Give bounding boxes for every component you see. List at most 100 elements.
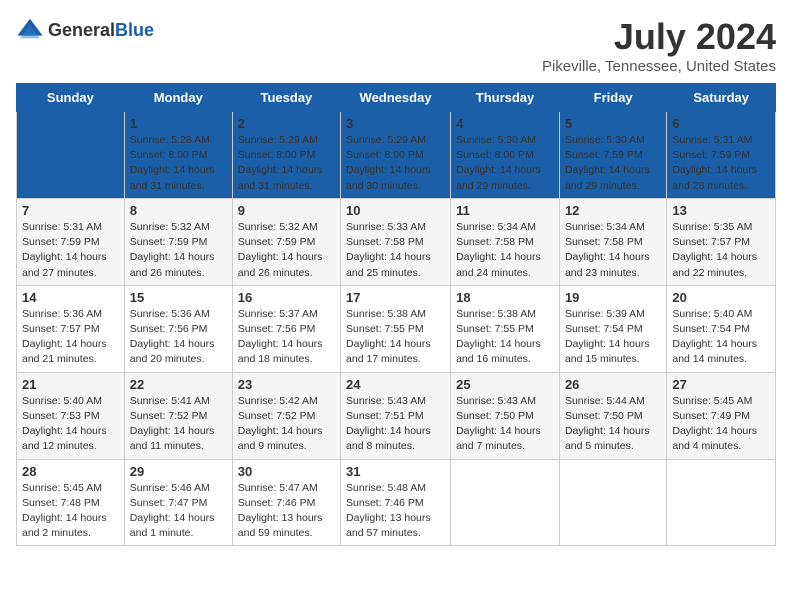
date-number: 19	[565, 290, 661, 305]
logo-blue: Blue	[115, 20, 154, 40]
date-number: 30	[238, 464, 335, 479]
month-title: July 2024	[542, 16, 776, 58]
date-number: 20	[672, 290, 770, 305]
date-number: 12	[565, 203, 661, 218]
calendar-cell	[451, 459, 560, 546]
calendar-cell: 21 Sunrise: 5:40 AMSunset: 7:53 PMDayligh…	[17, 372, 125, 459]
calendar-cell: 8Sunrise: 5:32 AMSunset: 7:59 PMDaylight…	[124, 198, 232, 285]
cell-info: Sunrise: 5:31 AMSunset: 7:59 PMDaylight:…	[22, 220, 119, 281]
date-number: 22	[130, 377, 227, 392]
date-number: 1	[130, 116, 227, 131]
cell-info: Sunrise: 5:34 AMSunset: 7:58 PMDaylight:…	[565, 220, 661, 281]
weekday-header-wednesday: Wednesday	[341, 84, 451, 112]
logo-general: General	[48, 20, 115, 40]
cell-info: Sunrise: 5:43 AMSunset: 7:50 PMDaylight:…	[456, 394, 554, 455]
calendar-cell: 18 Sunrise: 5:38 AMSunset: 7:55 PMDayligh…	[451, 285, 560, 372]
calendar-cell: 4 Sunrise: 5:30 AMSunset: 8:00 PMDaylight…	[451, 112, 560, 199]
date-number: 3	[346, 116, 445, 131]
week-row-4: 21 Sunrise: 5:40 AMSunset: 7:53 PMDayligh…	[17, 372, 776, 459]
date-number: 21	[22, 377, 119, 392]
cell-info: Sunrise: 5:38 AMSunset: 7:55 PMDaylight:…	[456, 307, 554, 368]
calendar-cell	[667, 459, 776, 546]
calendar-cell: 5 Sunrise: 5:30 AMSunset: 7:59 PMDaylight…	[559, 112, 666, 199]
cell-info: Sunrise: 5:43 AMSunset: 7:51 PMDaylight:…	[346, 394, 445, 455]
cell-info: Sunrise: 5:36 AMSunset: 7:56 PMDaylight:…	[130, 307, 227, 368]
calendar-cell: 31 Sunrise: 5:48 AMSunset: 7:46 PMDayligh…	[341, 459, 451, 546]
cell-info: Sunrise: 5:36 AMSunset: 7:57 PMDaylight:…	[22, 307, 119, 368]
calendar-cell: 20 Sunrise: 5:40 AMSunset: 7:54 PMDayligh…	[667, 285, 776, 372]
date-number: 6	[672, 116, 770, 131]
cell-info: Sunrise: 5:28 AMSunset: 8:00 PMDaylight:…	[130, 133, 227, 194]
cell-info: Sunrise: 5:48 AMSunset: 7:46 PMDaylight:…	[346, 481, 445, 542]
date-number: 5	[565, 116, 661, 131]
calendar-cell: 10Sunrise: 5:33 AMSunset: 7:58 PMDayligh…	[341, 198, 451, 285]
weekday-header-row: SundayMondayTuesdayWednesdayThursdayFrid…	[17, 84, 776, 112]
date-number: 23	[238, 377, 335, 392]
date-number: 24	[346, 377, 445, 392]
date-number: 14	[22, 290, 119, 305]
cell-info: Sunrise: 5:34 AMSunset: 7:58 PMDaylight:…	[456, 220, 554, 281]
calendar-table: SundayMondayTuesdayWednesdayThursdayFrid…	[16, 83, 776, 546]
cell-info: Sunrise: 5:40 AMSunset: 7:54 PMDaylight:…	[672, 307, 770, 368]
cell-info: Sunrise: 5:47 AMSunset: 7:46 PMDaylight:…	[238, 481, 335, 542]
date-number: 9	[238, 203, 335, 218]
cell-info: Sunrise: 5:37 AMSunset: 7:56 PMDaylight:…	[238, 307, 335, 368]
cell-info: Sunrise: 5:35 AMSunset: 7:57 PMDaylight:…	[672, 220, 770, 281]
calendar-cell: 24 Sunrise: 5:43 AMSunset: 7:51 PMDayligh…	[341, 372, 451, 459]
calendar-cell: 26 Sunrise: 5:44 AMSunset: 7:50 PMDayligh…	[559, 372, 666, 459]
week-row-2: 7 Sunrise: 5:31 AMSunset: 7:59 PMDaylight…	[17, 198, 776, 285]
logo-icon	[16, 16, 44, 44]
date-number: 18	[456, 290, 554, 305]
cell-info: Sunrise: 5:46 AMSunset: 7:47 PMDaylight:…	[130, 481, 227, 542]
date-number: 7	[22, 203, 119, 218]
date-number: 4	[456, 116, 554, 131]
date-number: 15	[130, 290, 227, 305]
cell-info: Sunrise: 5:33 AMSunset: 7:58 PMDaylight:…	[346, 220, 445, 281]
cell-info: Sunrise: 5:30 AMSunset: 7:59 PMDaylight:…	[565, 133, 661, 194]
date-number: 31	[346, 464, 445, 479]
calendar-cell: 29Sunrise: 5:46 AMSunset: 7:47 PMDayligh…	[124, 459, 232, 546]
date-number: 28	[22, 464, 119, 479]
calendar-cell: 23 Sunrise: 5:42 AMSunset: 7:52 PMDayligh…	[232, 372, 340, 459]
calendar-cell: 13Sunrise: 5:35 AMSunset: 7:57 PMDayligh…	[667, 198, 776, 285]
cell-info: Sunrise: 5:42 AMSunset: 7:52 PMDaylight:…	[238, 394, 335, 455]
cell-info: Sunrise: 5:29 AMSunset: 8:00 PMDaylight:…	[346, 133, 445, 194]
calendar-cell: 27Sunrise: 5:45 AMSunset: 7:49 PMDayligh…	[667, 372, 776, 459]
calendar-cell: 16 Sunrise: 5:37 AMSunset: 7:56 PMDayligh…	[232, 285, 340, 372]
calendar-cell: 1 Sunrise: 5:28 AMSunset: 8:00 PMDaylight…	[124, 112, 232, 199]
cell-info: Sunrise: 5:44 AMSunset: 7:50 PMDaylight:…	[565, 394, 661, 455]
cell-info: Sunrise: 5:31 AMSunset: 7:59 PMDaylight:…	[672, 133, 770, 194]
date-number: 25	[456, 377, 554, 392]
weekday-header-saturday: Saturday	[667, 84, 776, 112]
weekday-header-friday: Friday	[559, 84, 666, 112]
weekday-header-monday: Monday	[124, 84, 232, 112]
calendar-cell: 15 Sunrise: 5:36 AMSunset: 7:56 PMDayligh…	[124, 285, 232, 372]
logo-text: GeneralBlue	[48, 20, 154, 41]
cell-info: Sunrise: 5:40 AMSunset: 7:53 PMDaylight:…	[22, 394, 119, 455]
week-row-3: 14 Sunrise: 5:36 AMSunset: 7:57 PMDayligh…	[17, 285, 776, 372]
calendar-cell: 11 Sunrise: 5:34 AMSunset: 7:58 PMDayligh…	[451, 198, 560, 285]
calendar-cell: 14 Sunrise: 5:36 AMSunset: 7:57 PMDayligh…	[17, 285, 125, 372]
calendar-cell: 9Sunrise: 5:32 AMSunset: 7:59 PMDaylight…	[232, 198, 340, 285]
date-number: 11	[456, 203, 554, 218]
calendar-cell: 3 Sunrise: 5:29 AMSunset: 8:00 PMDaylight…	[341, 112, 451, 199]
calendar-cell: 30 Sunrise: 5:47 AMSunset: 7:46 PMDayligh…	[232, 459, 340, 546]
calendar-cell: 12 Sunrise: 5:34 AMSunset: 7:58 PMDayligh…	[559, 198, 666, 285]
weekday-header-thursday: Thursday	[451, 84, 560, 112]
calendar-cell: 25 Sunrise: 5:43 AMSunset: 7:50 PMDayligh…	[451, 372, 560, 459]
date-number: 16	[238, 290, 335, 305]
cell-info: Sunrise: 5:39 AMSunset: 7:54 PMDaylight:…	[565, 307, 661, 368]
calendar-cell	[17, 112, 125, 199]
page-header: GeneralBlue July 2024 Pikeville, Tenness…	[16, 16, 776, 75]
location-title: Pikeville, Tennessee, United States	[542, 58, 776, 75]
date-number: 27	[672, 377, 770, 392]
date-number: 8	[130, 203, 227, 218]
week-row-5: 28Sunrise: 5:45 AMSunset: 7:48 PMDayligh…	[17, 459, 776, 546]
cell-info: Sunrise: 5:38 AMSunset: 7:55 PMDaylight:…	[346, 307, 445, 368]
calendar-cell	[559, 459, 666, 546]
cell-info: Sunrise: 5:30 AMSunset: 8:00 PMDaylight:…	[456, 133, 554, 194]
date-number: 2	[238, 116, 335, 131]
calendar-cell: 19 Sunrise: 5:39 AMSunset: 7:54 PMDayligh…	[559, 285, 666, 372]
date-number: 26	[565, 377, 661, 392]
week-row-1: 1 Sunrise: 5:28 AMSunset: 8:00 PMDaylight…	[17, 112, 776, 199]
